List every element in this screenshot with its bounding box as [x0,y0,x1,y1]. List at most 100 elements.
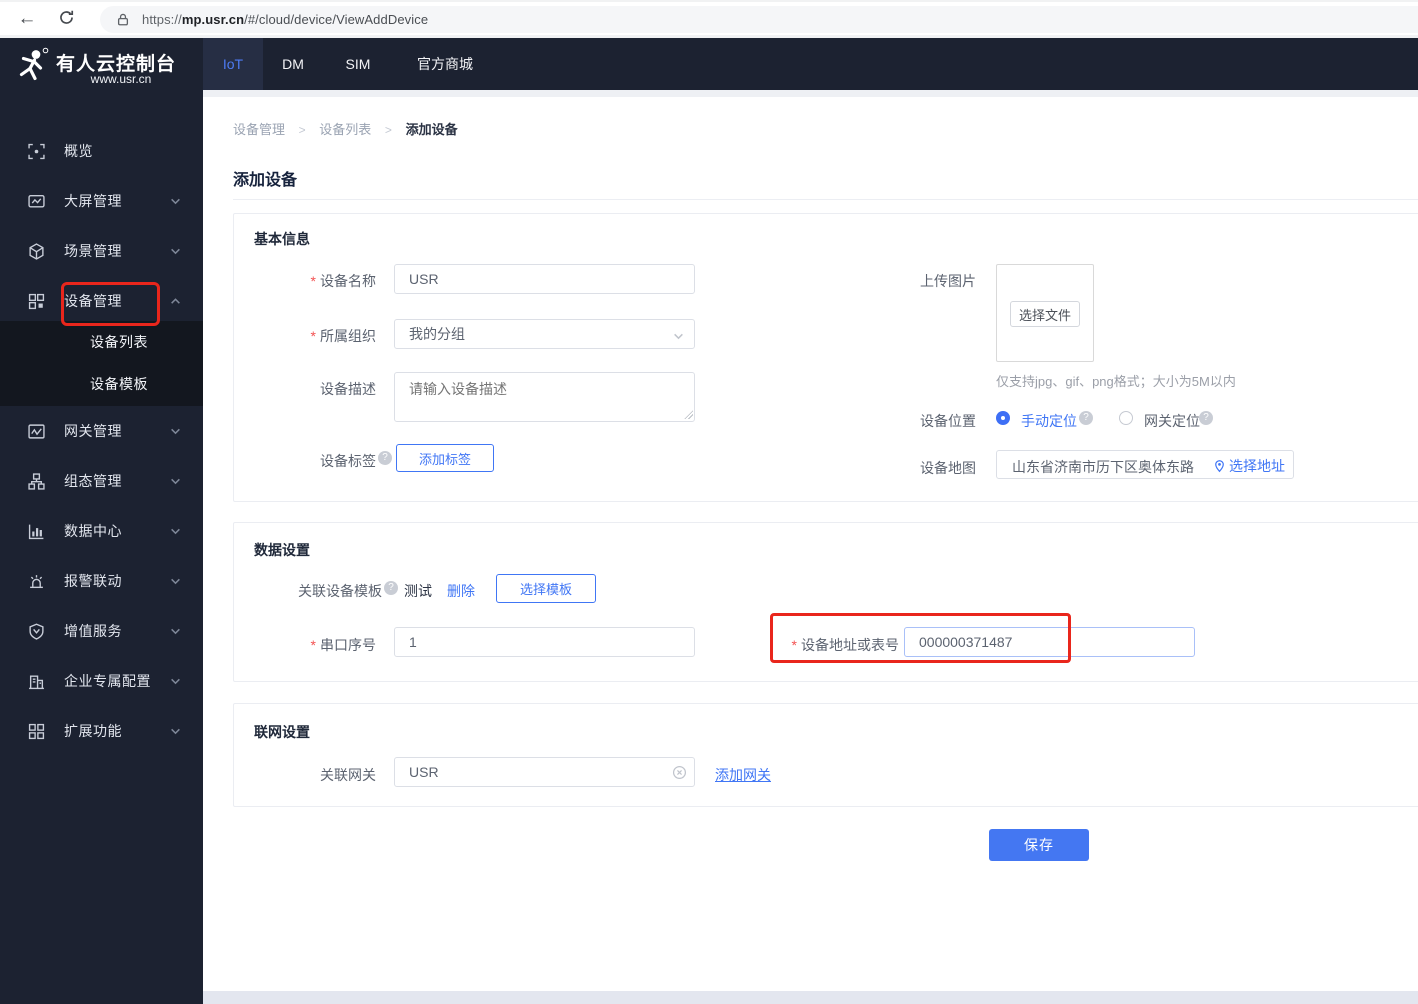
enterprise-icon [28,673,45,690]
sidebar-item-enterprise[interactable]: 企业专属配置 [0,656,203,706]
browser-toolbar: ← https://mp.usr.cn/#/cloud/device/ViewA… [0,0,1418,38]
clear-gateway-icon[interactable] [672,765,687,780]
linked-template-label: 关联设备模板 [298,583,382,599]
page-title: 添加设备 [233,172,298,189]
brand-site: www.usr.cn [90,72,152,86]
scene-icon [28,242,45,260]
device-location-label: 设备位置 [920,413,976,429]
choose-file-button[interactable]: 选择文件 [1010,301,1080,327]
device-address-input[interactable] [904,627,1195,657]
choose-address-link[interactable]: 选择地址 [1213,456,1285,476]
bigscreen-icon [28,193,45,210]
device-map-field: 山东省济南市历下区奥体东路 选择地址 [996,450,1294,479]
add-gateway-link[interactable]: 添加网关 [715,765,771,785]
save-button[interactable]: 保存 [989,829,1089,861]
chevron-down-icon [170,726,181,737]
device-name-label: * 设备名称 [310,273,376,289]
organization-select[interactable]: 我的分组 [394,319,695,349]
sidebar-item-datacenter[interactable]: 数据中心 [0,506,203,556]
usr-runner-logo-icon [15,47,51,85]
tab-iot[interactable]: IoT [203,38,263,90]
tab-sim[interactable]: SIM [327,38,389,90]
device-map-label: 设备地图 [920,460,976,476]
linked-gateway-input[interactable] [394,757,695,787]
gateway-location-radio[interactable] [1119,411,1133,425]
gateway-icon [28,423,45,440]
sidebar-item-gateway[interactable]: 网关管理 [0,406,203,456]
serial-number-input[interactable] [394,627,695,657]
datacenter-icon [28,523,45,540]
extension-icon [28,723,45,740]
device-tags-label: 设备标签 [320,453,376,469]
device-icon [28,293,45,310]
browser-back-button[interactable]: ← [14,6,40,32]
manual-location-radio[interactable] [996,411,1010,425]
data-settings-title: 数据设置 [254,542,310,558]
sidebar-item-bigscreen[interactable]: 大屏管理 [0,176,203,226]
chevron-down-icon [170,476,181,487]
tab-official-mall[interactable]: 官方商城 [395,38,495,90]
device-description-label: 设备描述 [320,381,376,397]
chevron-down-icon [170,246,181,257]
chevron-up-icon [170,296,181,307]
location-pin-icon [1215,460,1224,473]
breadcrumb: 设备管理 > 设备列表 > 添加设备 [233,119,458,138]
serial-number-label: * 串口序号 [310,637,376,653]
device-tags-help-icon[interactable]: ? [378,451,392,465]
device-submenu: 设备列表 设备模板 [0,321,203,406]
device-name-input[interactable] [394,264,695,294]
chevron-down-icon [170,576,181,587]
sidebar-item-extension[interactable]: 扩展功能 [0,706,203,756]
add-tag-button[interactable]: 添加标签 [396,444,494,472]
alarm-icon [28,573,45,590]
breadcrumb-device-list[interactable]: 设备列表 [319,122,371,137]
breadcrumb-separator: > [384,123,392,137]
sidebar-item-device-template[interactable]: 设备模板 [0,363,203,405]
title-divider [233,199,1418,200]
address-bar[interactable]: https://mp.usr.cn/#/cloud/device/ViewAdd… [100,6,1418,33]
sidebar-item-topology[interactable]: 组态管理 [0,456,203,506]
device-description-input[interactable] [394,372,695,422]
upload-dropzone[interactable]: 选择文件 [996,264,1094,362]
chevron-down-icon [170,426,181,437]
chevron-down-icon [170,626,181,637]
value-service-icon [28,623,45,640]
sidebar-item-device[interactable]: 设备管理 [0,276,203,326]
chevron-down-icon [673,331,684,342]
top-navigation: IoT DM SIM 官方商城 [203,38,1418,90]
browser-reload-button[interactable] [58,9,84,35]
sidebar-item-alarm[interactable]: 报警联动 [0,556,203,606]
gateway-location-help-icon[interactable]: ? [1199,411,1213,425]
upload-image-label: 上传图片 [920,273,976,289]
sidebar-item-device-list[interactable]: 设备列表 [0,321,203,363]
sidebar-item-overview[interactable]: 概览 [0,126,203,176]
brand-logo[interactable]: 有人云控制台 www.usr.cn [0,44,203,92]
manual-location-help-icon[interactable]: ? [1079,411,1093,425]
tab-dm[interactable]: DM [265,38,321,90]
device-map-value: 山东省济南市历下区奥体东路 [1012,459,1194,475]
lock-icon [117,13,129,26]
upload-hint: 仅支持jpg、gif、png格式；大小为5M以内 [996,374,1236,389]
chevron-down-icon [170,196,181,207]
overview-icon [28,143,45,160]
data-settings-card: 数据设置 关联设备模板 ? 测试 删除 选择模板 *串口序号 *设备地址或表号 [233,522,1418,682]
linked-gateway-label: 关联网关 [320,767,376,783]
sidebar-item-value-service[interactable]: 增值服务 [0,606,203,656]
linked-template-help-icon[interactable]: ? [384,581,398,595]
delete-template-link[interactable]: 删除 [447,581,475,601]
breadcrumb-device-management[interactable]: 设备管理 [233,122,285,137]
choose-template-button[interactable]: 选择模板 [496,574,596,603]
url-text: https://mp.usr.cn/#/cloud/device/ViewAdd… [142,12,429,27]
app-window: ← https://mp.usr.cn/#/cloud/device/ViewA… [0,0,1418,1004]
network-settings-card: 联网设置 关联网关 添加网关 [233,703,1418,807]
manual-location-radio-label[interactable]: 手动定位 [1021,411,1077,431]
breadcrumb-separator: > [298,123,306,137]
sidebar-item-scene[interactable]: 场景管理 [0,226,203,276]
content-top-gap [203,90,1418,97]
chevron-down-icon [170,676,181,687]
breadcrumb-add-device: 添加设备 [405,122,458,137]
content-bottom-gap [203,991,1418,1004]
gateway-location-radio-label[interactable]: 网关定位 [1144,411,1200,431]
reload-icon [60,10,74,24]
network-settings-title: 联网设置 [254,724,310,740]
